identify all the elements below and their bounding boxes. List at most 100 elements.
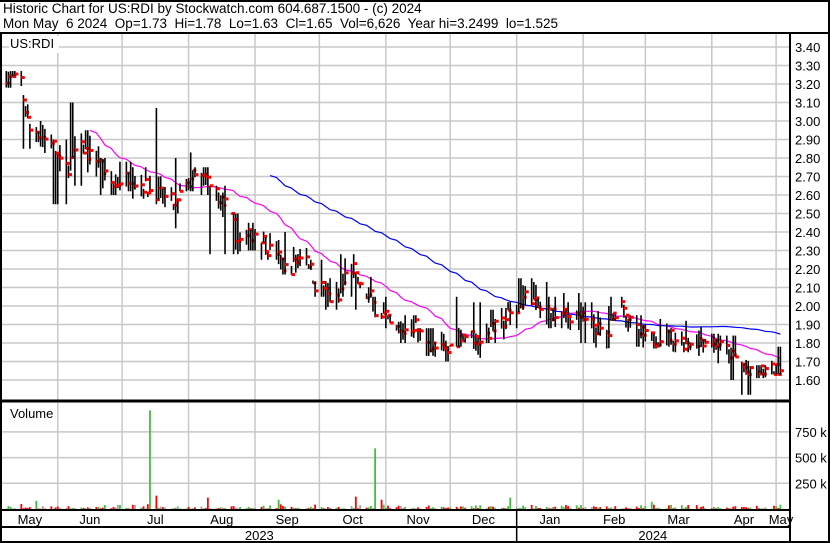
- price-tick-label: 3.40: [795, 40, 820, 55]
- volume-bar: [324, 508, 327, 509]
- volume-bar: [134, 504, 136, 509]
- volume-bar: [159, 506, 162, 509]
- volume-bar: [245, 508, 248, 509]
- volume-bar: [26, 507, 29, 509]
- volume-bar: [101, 507, 104, 509]
- close-tick: [613, 311, 617, 315]
- close-tick: [355, 271, 360, 275]
- volume-bar: [522, 505, 524, 509]
- volume-bar: [149, 410, 151, 509]
- volume-bar: [644, 505, 647, 509]
- close-tick: [270, 243, 274, 247]
- month-label: Sep: [276, 512, 299, 527]
- volume-bar: [67, 506, 70, 509]
- close-tick: [66, 161, 70, 165]
- volume-bar: [657, 507, 660, 509]
- price-tick-label: 3.10: [795, 96, 820, 111]
- volume-bar: [479, 505, 482, 509]
- close-tick: [210, 184, 214, 188]
- volume-bar: [254, 508, 256, 509]
- close-tick: [705, 340, 709, 344]
- volume-bar: [449, 507, 452, 509]
- volume-bar: [309, 506, 312, 509]
- volume-bar: [700, 506, 702, 509]
- close-tick: [555, 316, 559, 320]
- volume-bar: [685, 506, 687, 509]
- volume-bar: [357, 508, 359, 509]
- volume-bar: [164, 507, 166, 509]
- volume-bar: [89, 508, 91, 509]
- volume-bar: [442, 507, 445, 509]
- volume-bar: [537, 507, 540, 509]
- volume-bar: [290, 506, 293, 509]
- close-tick: [89, 148, 94, 152]
- volume-bar: [221, 508, 224, 509]
- volume-bar: [84, 508, 87, 509]
- volume-bar: [322, 508, 325, 509]
- volume-bar: [350, 505, 353, 509]
- volume-bar: [760, 508, 763, 509]
- volume-bar: [402, 508, 404, 509]
- close-tick: [23, 98, 27, 102]
- close-tick: [27, 115, 32, 119]
- volume-bar: [530, 504, 533, 509]
- volume-bar: [607, 508, 610, 509]
- close-tick: [134, 184, 139, 188]
- volume-bar: [539, 508, 542, 509]
- volume-bar: [155, 495, 158, 509]
- volume-bar: [472, 508, 475, 509]
- grid-lines: [2, 34, 789, 509]
- volume-bar: [365, 507, 368, 509]
- close-tick: [465, 335, 469, 339]
- volume-bar: [444, 508, 447, 509]
- volume-bar: [194, 507, 196, 509]
- volume-bar: [35, 500, 38, 509]
- volume-bar: [187, 506, 190, 509]
- volume-bar: [277, 499, 280, 509]
- close-tick: [44, 137, 49, 141]
- close-tick: [119, 182, 124, 186]
- close-tick: [761, 364, 765, 368]
- close-tick: [420, 329, 424, 333]
- price-tick-label: 2.20: [795, 262, 820, 277]
- close-tick: [415, 318, 420, 322]
- volume-bar: [747, 508, 750, 509]
- volume-bar: [249, 508, 252, 509]
- volume-bar: [185, 508, 188, 509]
- volume-bar: [110, 508, 113, 509]
- volume-bar: [24, 507, 27, 509]
- month-label: Aug: [210, 512, 233, 527]
- close-tick: [621, 300, 626, 304]
- close-tick: [488, 336, 493, 340]
- price-tick-label: 2.10: [795, 281, 820, 296]
- volume-bar: [299, 508, 301, 509]
- close-tick: [703, 344, 707, 348]
- volume-bar: [704, 508, 707, 509]
- close-tick: [81, 140, 85, 144]
- close-tick: [375, 314, 379, 318]
- price-tick-label: 2.80: [795, 151, 820, 166]
- price-tick-label: 3.20: [795, 77, 820, 92]
- volume-bar: [161, 507, 164, 509]
- month-label: Apr: [734, 512, 755, 527]
- volume-bar: [56, 506, 59, 509]
- volume-bar: [307, 508, 310, 509]
- volume-bar: [485, 508, 488, 509]
- price-tick-label: 2.90: [795, 133, 820, 148]
- volume-bar: [427, 505, 430, 509]
- volume-bar: [397, 505, 400, 509]
- close-tick: [505, 318, 510, 322]
- price-tick-label: 2.70: [795, 170, 820, 185]
- volume-bar: [552, 506, 555, 509]
- close-tick: [353, 262, 358, 266]
- close-tick: [194, 173, 199, 177]
- volume-bar: [524, 507, 527, 509]
- volume-bar: [179, 508, 181, 509]
- volume-bar: [464, 507, 467, 509]
- volume-bar: [734, 506, 737, 509]
- close-tick: [345, 271, 349, 275]
- volume-bar: [116, 504, 119, 509]
- volume-tick-label: 250 k: [795, 476, 827, 491]
- volume-bar: [176, 506, 179, 509]
- price-tick-label: 1.80: [795, 336, 820, 351]
